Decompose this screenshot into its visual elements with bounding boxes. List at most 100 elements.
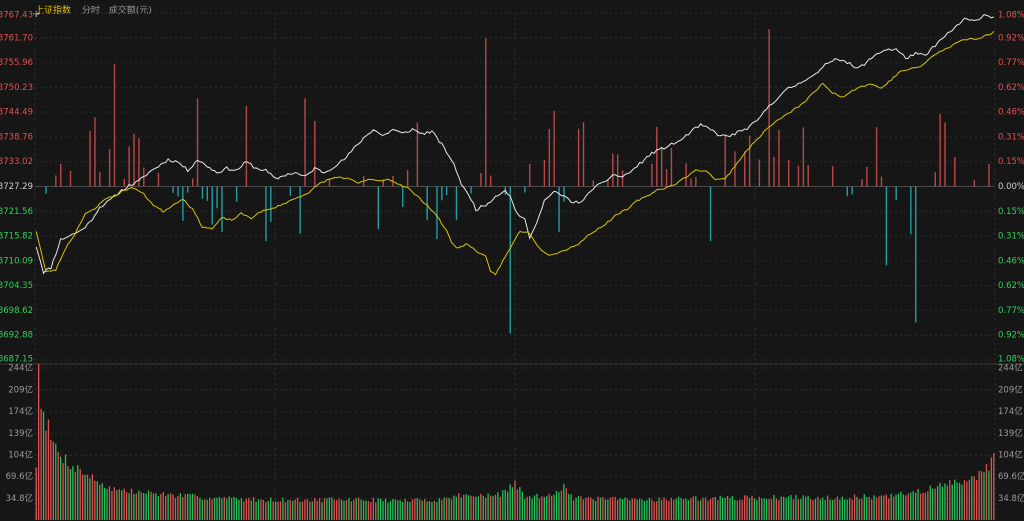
volume-bar-down [714,496,716,520]
volume-bar-down [521,491,523,520]
volume-bar-up [81,474,84,520]
volume-bar-down [824,500,826,520]
volume-bar-down [292,500,294,520]
volume-bar-down [856,496,858,520]
volume-bar-down [958,482,961,520]
volume-bar-up [296,497,299,520]
flow-bar-up [944,122,946,187]
flow-bar-down [216,186,218,209]
volume-bar-down [216,497,218,520]
volume-bar-up [40,408,42,520]
volume-axis-label-right: 244亿 [998,363,1023,374]
volume-bar-down [226,498,228,520]
percent-axis-label: 1.08% [998,11,1024,21]
volume-bar-up [792,499,795,520]
volume-bar-down [592,499,594,520]
volume-bar-down [685,498,687,520]
volume-bar-down [594,501,597,520]
volume-bar-up [743,495,746,520]
volume-bar-down [235,497,238,520]
volume-bar-up [304,499,306,520]
volume-bar-down [753,498,756,520]
volume-bar-down [748,498,751,520]
volume-bar-up [52,441,54,520]
volume-bar-up [184,494,186,520]
volume-bar-up [812,500,814,520]
volume-bar-down [467,495,470,520]
volume-bar-up [572,500,575,520]
volume-bar-up [209,497,211,520]
flow-bar-up [807,164,809,187]
volume-bar-down [509,484,511,520]
volume-bar-up [927,491,929,520]
volume-bar-down [787,496,790,520]
volume-bar-down [956,482,958,520]
volume-bar-down [431,501,433,520]
flow-bar-up [616,154,619,187]
volume-bar-down [895,494,897,520]
volume-bar-down [607,499,609,520]
volume-bar-up [656,501,658,520]
flow-bar-down [299,186,301,234]
flow-bar-down [915,186,917,323]
volume-bar-down [406,501,409,520]
volume-bar-down [553,494,555,520]
price-axis-label: 3704.35 [0,281,33,291]
volume-bar-up [130,488,133,520]
volume-bar-up [47,419,50,520]
flow-bar-down [270,186,272,222]
volume-bar-down [189,494,191,520]
volume-bar-down [577,495,580,520]
volume-bar-up [174,497,177,520]
volume-bar-up [612,496,614,520]
volume-bar-down [255,501,257,520]
volume-bar-up [851,499,853,520]
volume-bar-up [692,496,694,520]
volume-bar-down [287,500,289,520]
volume-bar-down [643,501,646,520]
volume-bar-down [699,500,702,520]
volume-bar-down [387,502,389,520]
volume-bar-down [228,496,230,520]
volume-bar-down [64,454,67,520]
volume-axis-label: 139亿 [8,428,33,439]
volume-bar-down [72,466,74,520]
flow-bar-down [45,186,47,194]
volume-bar-up [966,481,968,520]
volume-bar-down [734,500,736,520]
volume-bar-up [614,496,616,520]
volume-bar-up [585,497,587,520]
volume-bar-up [775,498,778,520]
volume-bar-down [143,493,145,520]
volume-bar-up [94,480,96,520]
volume-bar-up [870,499,873,520]
volume-bar-down [221,498,223,520]
volume-bar-up [450,499,453,520]
volume-bar-up [853,494,856,520]
volume-bar-up [441,499,443,520]
volume-bar-up [489,495,492,520]
percent-axis-label: 0.46% [998,108,1024,118]
volume-bar-down [795,495,797,520]
volume-bar-down [844,499,846,520]
flow-bar-up [734,151,736,187]
volume-bar-up [526,496,528,520]
volume-bar-up [746,495,748,520]
price-axis-label: 3692.88 [0,331,33,341]
flow-bar-up [866,166,868,187]
volume-bar-up [35,467,37,520]
flow-bar-up [656,127,658,187]
volume-bar-up [194,494,196,520]
volume-bar-down [128,493,130,520]
volume-bar-down [719,495,721,520]
volume-bar-up [682,498,685,520]
volume-bar-up [616,499,619,520]
volume-bar-up [272,501,274,520]
volume-bar-up [631,498,633,520]
intraday-chart[interactable]: 3767.43 1.08% 3761.70 0.92% 3755.96 0.77% 3750… [0,0,1024,521]
volume-bar-down [599,497,602,520]
flow-bar-up [123,179,125,187]
volume-bar-down [658,497,660,520]
volume-bar-up [162,491,164,520]
flow-bar-up [485,38,487,187]
